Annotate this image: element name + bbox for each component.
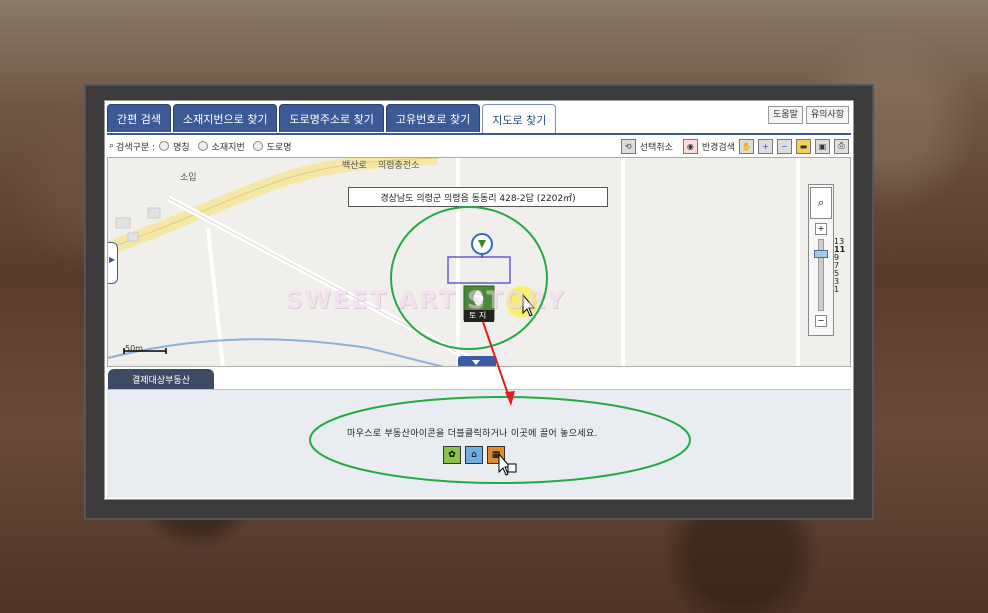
tab-bar: 간편 검색 소재지번으로 찾기 도로명주소로 찾기 고유번호로 찾기 지도로 찾…: [107, 104, 557, 134]
tab-unique-number[interactable]: 고유번호로 찾기: [385, 104, 481, 132]
help-label: 도움말: [773, 110, 798, 120]
drop-instruction: 마우스로 부동산아이콘을 더블클릭하거나 이곳에 끌어 놓으세요.: [347, 429, 598, 439]
drop-zone[interactable]: 마우스로 부동산아이콘을 더블클릭하거나 이곳에 끌어 놓으세요. ✿ ⌂ ▦: [107, 389, 851, 498]
station-label: 의령충전소: [378, 161, 420, 171]
zoom-slider[interactable]: ⌕ + −: [808, 184, 834, 336]
area-icon[interactable]: ▣: [815, 138, 830, 154]
deselect-button[interactable]: 선택취소: [640, 140, 673, 153]
tab-road-address[interactable]: 도로명주소로 찾기: [279, 104, 384, 132]
zoom-track[interactable]: [814, 239, 828, 311]
map-tools: ⟲ 선택취소 ◉ 반경검색 ✋ + − ▬ ▣ ⎙: [620, 138, 849, 154]
notice-button[interactable]: 유의사항: [805, 106, 849, 124]
radio-road-label: 도로명: [266, 142, 292, 153]
address-box: 경상남도 의령군 의령읍 동동리 428-2답 (2202㎡): [348, 187, 608, 207]
apartment-icon[interactable]: ▦: [487, 446, 505, 464]
payment-property-tab[interactable]: 결제대상부동산: [108, 369, 214, 389]
scale-label: 50m: [125, 344, 143, 353]
building-icon[interactable]: ⌂: [465, 446, 483, 464]
radius-search-button[interactable]: 반경검색: [702, 140, 735, 153]
chevron-right-icon: ▶: [109, 255, 116, 264]
radio-circle-icon: [197, 141, 208, 151]
help-button[interactable]: 도움말: [768, 106, 803, 124]
radio-circle-icon: [252, 141, 263, 151]
zoom-minus-button[interactable]: −: [815, 315, 827, 327]
sidebar-toggle[interactable]: ▶: [108, 242, 118, 284]
zoom-in-icon[interactable]: +: [758, 138, 773, 154]
zoom-out-icon[interactable]: −: [777, 138, 792, 154]
tab-map-search[interactable]: 지도로 찾기: [482, 104, 557, 134]
tab-underline: [107, 133, 851, 135]
radio-circle-icon: [159, 141, 170, 151]
radio-lot[interactable]: 소재지번: [197, 140, 245, 153]
compass-icon[interactable]: ⌕: [810, 187, 832, 219]
watermark: SWEET ART STORY: [285, 286, 566, 314]
search-type-label: 검색구분 :: [116, 142, 156, 153]
radio-name-label: 명칭: [173, 142, 190, 153]
zoom-handle[interactable]: [814, 250, 828, 258]
tab-lot-number[interactable]: 소재지번으로 찾기: [172, 104, 278, 132]
road-label: 백산로: [342, 161, 367, 171]
notice-label: 유의사항: [810, 110, 844, 120]
top-buttons: 도움말 유의사항: [768, 106, 849, 124]
tab-simple-search[interactable]: 간편 검색: [107, 104, 171, 132]
radio-road[interactable]: 도로명: [252, 140, 292, 153]
zoom-plus-button[interactable]: +: [815, 223, 827, 235]
property-icons: ✿ ⌂ ▦: [443, 446, 505, 464]
radio-lot-label: 소재지번: [211, 142, 245, 153]
zoom-level: 1: [834, 285, 840, 294]
measure-icon[interactable]: ▬: [796, 138, 811, 154]
land-icon[interactable]: ✿: [443, 446, 461, 464]
zoom-levels: 13 11 9 7 5 3 1: [834, 238, 845, 294]
print-icon[interactable]: ⎙: [834, 138, 849, 154]
search-toolbar: ⌕ 검색구분 : 명칭 소재지번 도로명 ⟲ 선택취소 ◉ 반경검색 ✋ + −…: [109, 137, 849, 155]
radius-search-icon[interactable]: ◉: [682, 138, 698, 154]
hand-icon[interactable]: ✋: [739, 138, 754, 154]
place-label: 소입: [180, 173, 197, 183]
radio-name[interactable]: 명칭: [159, 140, 190, 153]
magnifier-icon: ⌕: [109, 141, 115, 151]
deselect-icon[interactable]: ⟲: [620, 138, 636, 154]
map-view[interactable]: 백산로 의령충전소 소입 경상남도 의령군 의령읍 동동리 428-2답 (22…: [107, 157, 851, 367]
